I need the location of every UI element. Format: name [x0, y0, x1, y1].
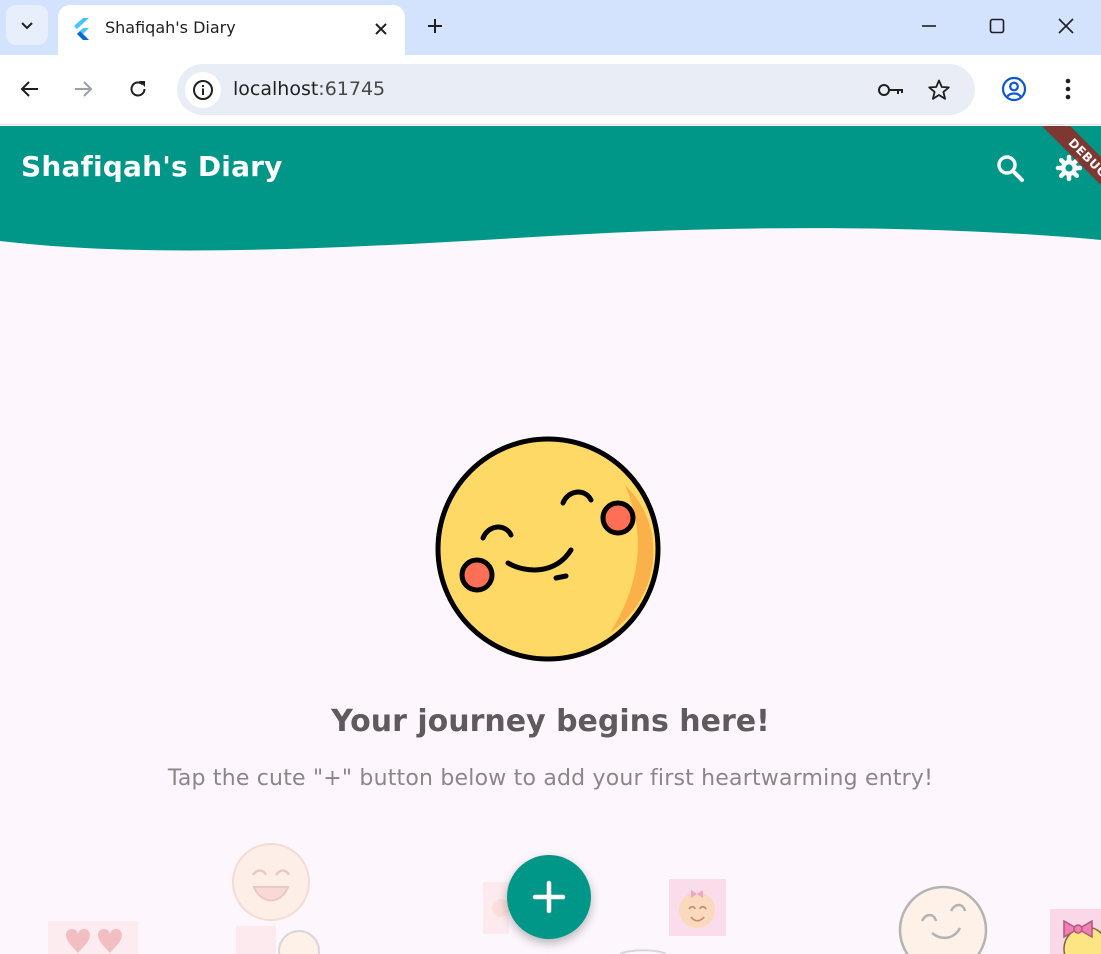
minimize-icon [922, 25, 936, 27]
laughing-sticker-icon [232, 843, 310, 921]
info-icon [193, 80, 213, 100]
window-close-button[interactable] [1046, 10, 1086, 42]
app-viewport: Shafiqah's Diary DEBUG Your journey begi… [0, 126, 1101, 954]
tab-search-icon [21, 22, 33, 30]
profile-button[interactable] [997, 72, 1031, 106]
add-entry-button[interactable] [507, 855, 591, 939]
site-info-button[interactable] [185, 72, 221, 108]
tab-search-button[interactable] [6, 5, 48, 45]
url-port: :61745 [318, 78, 386, 100]
tab-close-button[interactable] [369, 17, 393, 41]
add-icon [532, 880, 566, 914]
browser-tab-strip: Shafiqah's Diary [0, 0, 1101, 55]
back-arrow-icon [20, 81, 38, 97]
maximize-icon [989, 18, 1005, 34]
back-button[interactable] [13, 72, 47, 106]
partial-sticker-icon [483, 882, 509, 934]
empty-state-title: Your journey begins here! [331, 704, 770, 739]
search-button[interactable] [993, 151, 1027, 185]
bow-girl-sticker-icon [1050, 909, 1101, 954]
gear-icon [1055, 154, 1083, 182]
minimize-button[interactable] [909, 10, 949, 42]
profile-icon [1001, 76, 1027, 102]
tab-title: Shafiqah's Diary [105, 18, 236, 37]
url-host: localhost [233, 78, 319, 100]
key-icon [878, 84, 903, 96]
reload-button[interactable] [121, 72, 155, 106]
small-faces-sticker-icon [236, 926, 320, 954]
bookmark-button[interactable] [925, 76, 953, 104]
app-bar-background [0, 126, 1101, 251]
baby-sticker-icon [669, 879, 726, 936]
password-manager-button[interactable] [877, 76, 905, 104]
app-bar-title: Shafiqah's Diary [21, 150, 283, 183]
settings-button[interactable] [1052, 151, 1086, 185]
smiley-icon [435, 436, 661, 662]
partial-circle-sticker-icon [620, 949, 666, 954]
plus-icon [428, 19, 442, 33]
new-tab-button[interactable] [420, 11, 450, 41]
address-bar[interactable]: localhost:61745 [177, 64, 975, 115]
forward-arrow-icon [75, 81, 93, 97]
forward-button[interactable] [66, 72, 100, 106]
url-text: localhost:61745 [233, 78, 385, 100]
window-close-icon [1058, 18, 1074, 34]
star-icon [928, 79, 950, 100]
browser-menu-button[interactable] [1051, 72, 1085, 106]
browser-tab[interactable]: Shafiqah's Diary [58, 5, 405, 55]
hearts-sticker-icon [48, 921, 138, 954]
reload-icon [130, 81, 146, 97]
browser-toolbar: localhost:61745 [0, 55, 1101, 125]
empty-state-subtitle: Tap the cute "+" button below to add you… [167, 766, 934, 791]
close-icon [375, 23, 387, 35]
flutter-favicon-icon [74, 18, 89, 40]
smiley-sticker-icon [898, 885, 988, 954]
maximize-button[interactable] [977, 10, 1017, 42]
search-icon [997, 155, 1024, 182]
kebab-menu-icon [1065, 78, 1071, 100]
